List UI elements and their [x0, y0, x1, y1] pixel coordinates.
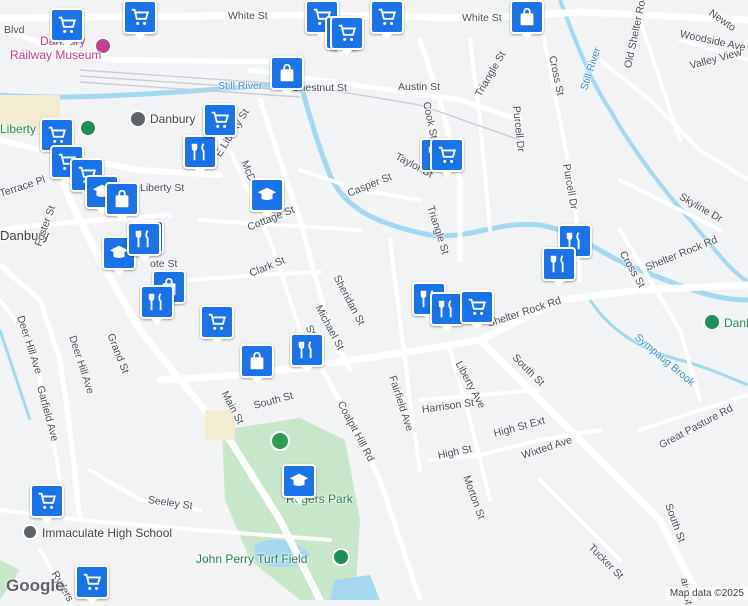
label-white-st-east: White St [462, 12, 502, 24]
restaurant-icon [436, 298, 458, 320]
cart-icon [466, 296, 488, 318]
rogers-park-tree-pin[interactable] [270, 431, 290, 451]
map-pin-restaurant[interactable] [542, 247, 576, 287]
rogers-park-area [222, 418, 360, 600]
map-pin-cart[interactable] [200, 305, 234, 345]
map-pin-restaurant[interactable] [140, 285, 174, 325]
map-pin-school[interactable] [282, 464, 316, 504]
map-pin-bag[interactable] [270, 56, 304, 96]
cart-icon [56, 14, 78, 36]
cart-icon [129, 6, 151, 28]
map-pin-bag[interactable] [240, 344, 274, 384]
cart-icon [209, 109, 231, 131]
label-danbury-stop: Danbury [150, 112, 196, 126]
map-pin-cart[interactable] [330, 16, 364, 56]
label-blvd: Blvd [4, 24, 25, 36]
cart-icon [81, 571, 103, 593]
bag-icon [516, 6, 538, 28]
map-canvas[interactable] [0, 0, 748, 600]
cart-icon [376, 6, 398, 28]
cart-icon [436, 144, 458, 166]
restaurant-icon [133, 228, 155, 250]
map-pin-cart[interactable] [203, 103, 237, 143]
school-icon [288, 470, 310, 492]
bag-icon [246, 350, 268, 372]
label-danbury-east: Danl [724, 316, 748, 330]
map-pin-school[interactable] [250, 178, 284, 218]
cart-icon [206, 311, 228, 333]
danbury-stop-pin[interactable] [129, 110, 147, 128]
label-ote-st: ote St [150, 258, 178, 270]
cart-icon [46, 124, 68, 146]
label-john-perry: John Perry Turf Field [196, 552, 308, 566]
map-pin-cart[interactable] [123, 0, 157, 40]
map-pin-cart[interactable] [75, 565, 109, 605]
school-icon [256, 184, 278, 206]
map-pin-cart[interactable] [30, 484, 64, 524]
restaurant-icon [296, 339, 318, 361]
label-immaculate-hs: Immaculate High School [42, 526, 173, 540]
restaurant-icon [189, 141, 211, 163]
immaculate-pin[interactable] [22, 524, 38, 540]
cart-icon [336, 22, 358, 44]
restaurant-icon [548, 253, 570, 275]
map-pin-cart[interactable] [370, 0, 404, 40]
map-pin-restaurant[interactable] [183, 135, 217, 175]
label-liberty-st: Liberty St [140, 182, 185, 194]
label-still-river: Still River [218, 80, 263, 92]
google-logo: Google [6, 576, 65, 595]
bag-icon [276, 62, 298, 84]
john-perry-pin[interactable] [332, 548, 350, 566]
danbury-east-pin[interactable] [703, 313, 721, 331]
map-pin-bag[interactable] [105, 182, 139, 222]
map-pin-bag[interactable] [510, 0, 544, 40]
map-pin-cart[interactable] [430, 138, 464, 178]
liberty-ice-pin[interactable] [79, 119, 97, 137]
map-attribution[interactable]: Map data ©2025 [665, 587, 748, 600]
cart-icon [36, 490, 58, 512]
label-museum-line2: Railway Museum [10, 48, 102, 62]
restaurant-icon [146, 291, 168, 313]
map-pin-restaurant[interactable] [127, 222, 161, 262]
map-pin-cart[interactable] [50, 8, 84, 48]
map-pin-restaurant[interactable] [430, 292, 464, 332]
label-white-st: White St [228, 10, 268, 22]
label-austin-st: Austin St [398, 81, 441, 93]
bag-icon [111, 188, 133, 210]
map-pin-cart[interactable] [460, 290, 494, 330]
map-pin-restaurant[interactable] [290, 333, 324, 373]
